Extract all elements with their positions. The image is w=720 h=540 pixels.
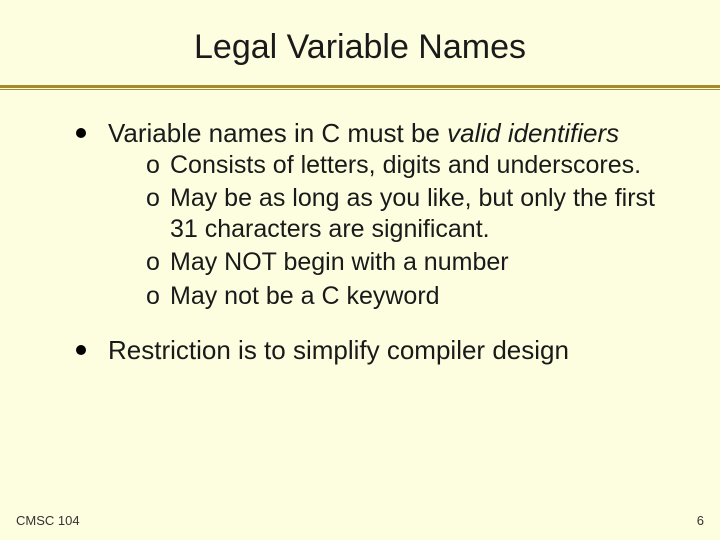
sub-bullet-marker: o bbox=[146, 183, 160, 214]
list-item: o May NOT begin with a number bbox=[146, 247, 674, 278]
list-item: Variable names in C must be valid identi… bbox=[70, 117, 674, 312]
slide: Legal Variable Names Variable names in C… bbox=[0, 0, 720, 540]
list-item: o May not be a C keyword bbox=[146, 281, 674, 312]
page-number: 6 bbox=[697, 513, 704, 528]
list-item-text: Variable names in C must be bbox=[108, 118, 447, 148]
list-item-text: May not be a C keyword bbox=[170, 282, 440, 310]
slide-title: Legal Variable Names bbox=[0, 0, 720, 85]
sub-bullet-marker: o bbox=[146, 247, 160, 278]
list-item: Restriction is to simplify compiler desi… bbox=[70, 334, 674, 367]
bullet-icon bbox=[76, 128, 86, 138]
footer-left: CMSC 104 bbox=[16, 513, 80, 528]
list-item: o Consists of letters, digits and unders… bbox=[146, 150, 674, 181]
list-item: o May be as long as you like, but only t… bbox=[146, 183, 674, 246]
list-item-text: Restriction is to simplify compiler desi… bbox=[108, 335, 569, 365]
list-item-text: May NOT begin with a number bbox=[170, 248, 509, 276]
bullet-list: Variable names in C must be valid identi… bbox=[70, 117, 674, 366]
sub-list: o Consists of letters, digits and unders… bbox=[146, 150, 674, 312]
sub-bullet-marker: o bbox=[146, 281, 160, 312]
list-item-italic: valid identifiers bbox=[447, 118, 619, 148]
bullet-icon bbox=[76, 345, 86, 355]
list-item-text: Consists of letters, digits and undersco… bbox=[170, 151, 641, 179]
slide-content: Variable names in C must be valid identi… bbox=[0, 91, 720, 366]
divider bbox=[0, 85, 720, 91]
sub-bullet-marker: o bbox=[146, 150, 160, 181]
list-item-text: May be as long as you like, but only the… bbox=[170, 184, 655, 243]
